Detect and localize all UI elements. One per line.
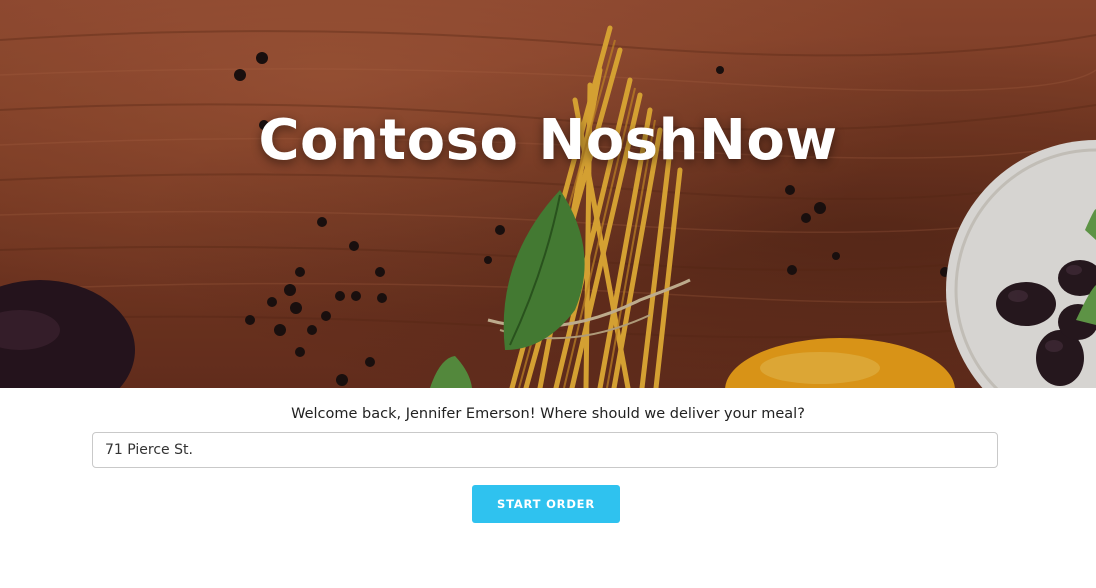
delivery-address-input[interactable] [92, 432, 998, 468]
start-order-button[interactable]: START ORDER [472, 485, 620, 523]
hero-banner: Contoso NoshNow [0, 0, 1096, 388]
hero-background-image [0, 0, 1096, 388]
brand-title: Contoso NoshNow [258, 108, 838, 173]
welcome-message: Welcome back, Jennifer Emerson! Where sh… [291, 406, 805, 422]
page: Contoso NoshNow Welcome back, Jennifer E… [0, 0, 1096, 588]
